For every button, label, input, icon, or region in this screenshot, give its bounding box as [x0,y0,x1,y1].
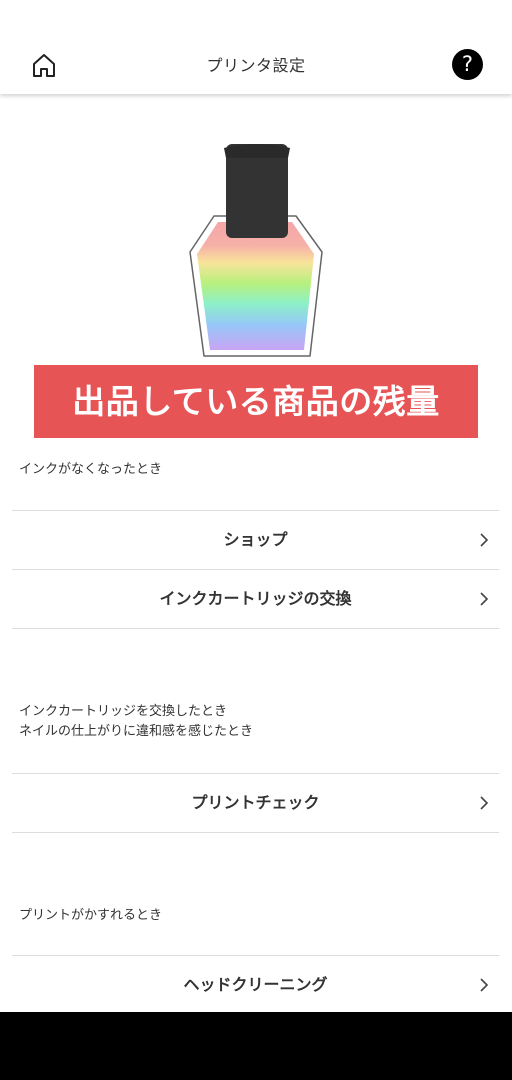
cartridge-swap-note-line2: ネイルの仕上がりに違和感を感じたとき [19,724,254,739]
page-title: プリンタ設定 [206,56,306,75]
ink-bottle-icon [189,144,323,357]
help-icon: ? [461,52,474,76]
system-navigation-bar [0,1012,512,1080]
printer-settings-screen: プリンタ設定 ? 出品している商品の残量 インクがなくなったとき ショップ イン… [0,0,512,1080]
faint-print-note: プリントがかすれるとき [19,908,163,923]
print-check-label: プリントチェック [191,793,320,812]
shop-label: ショップ [223,530,288,549]
head-cleaning-row[interactable]: ヘッドクリーニング [12,955,499,1014]
help-button[interactable]: ? [452,49,483,80]
chevron-right-icon [480,796,489,810]
shop-row[interactable]: ショップ [12,510,499,569]
app-header: プリンタ設定 ? [0,0,512,94]
ink-bottle-illustration [180,140,330,362]
cartridge-replace-label: インクカートリッジの交換 [159,589,352,608]
remaining-stock-banner: 出品している商品の残量 [34,365,478,438]
chevron-right-icon [480,533,489,547]
chevron-right-icon [480,978,489,992]
chevron-right-icon [480,592,489,606]
ink-empty-note: インクがなくなったとき [19,462,163,477]
print-check-row[interactable]: プリントチェック [12,773,499,833]
cartridge-swap-note-line1: インクカートリッジを交換したとき [19,704,228,719]
cartridge-replace-row[interactable]: インクカートリッジの交換 [12,569,499,629]
head-cleaning-label: ヘッドクリーニング [183,975,328,994]
cartridge-swap-note: インクカートリッジを交換したとき ネイルの仕上がりに違和感を感じたとき [19,702,253,742]
